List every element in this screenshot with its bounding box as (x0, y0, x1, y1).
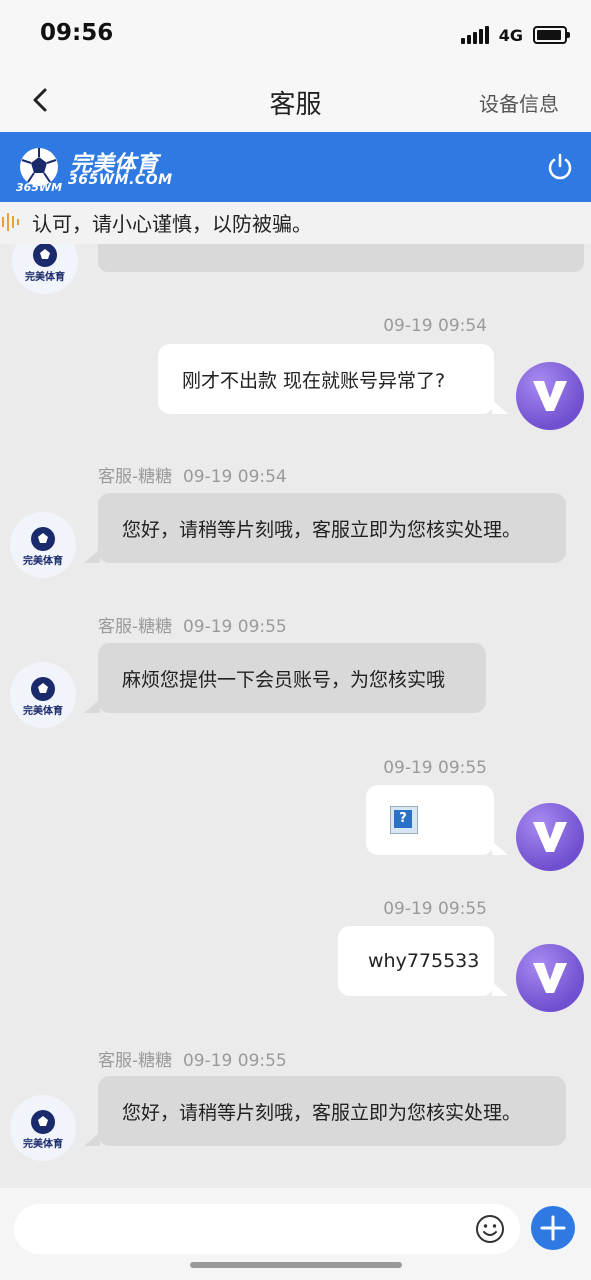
svg-text:365WM: 365WM (16, 181, 62, 194)
sender-name: 客服-糖糖 (98, 1051, 173, 1071)
signal-icon (460, 26, 489, 44)
v-logo-icon (533, 963, 567, 993)
v-logo-icon (533, 822, 567, 852)
soccer-ball-icon (31, 676, 55, 701)
message-bubble[interactable]: 您好，请稍等片刻哦，客服立即为您核实处理。 (84, 1076, 566, 1146)
message-meta: 客服-糖糖 09-19 09:55 (98, 612, 287, 637)
message-text: 麻烦您提供一下会员账号，为您核实哦 (122, 668, 446, 691)
status-time: 09:56 (40, 20, 114, 46)
soccer-ball-icon (31, 526, 55, 551)
sound-wave-icon (2, 213, 19, 231)
message-bubble[interactable]: 麻烦您提供一下会员账号，为您核实哦 (84, 643, 486, 713)
emoji-button[interactable] (474, 1213, 506, 1245)
smiley-icon (476, 1215, 504, 1243)
message-input[interactable] (14, 1204, 520, 1254)
message-timestamp: 09-19 09:55 (383, 899, 487, 919)
back-button[interactable] (26, 84, 56, 116)
power-icon (548, 153, 572, 180)
v-logo-icon (533, 381, 567, 411)
status-indicators: 4G (460, 25, 570, 45)
plus-button[interactable] (531, 1206, 575, 1250)
agent-avatar: 完美体育 (10, 1095, 76, 1161)
chevron-left-icon (33, 88, 47, 112)
message-text: why775533 (368, 950, 480, 972)
home-indicator (190, 1262, 402, 1268)
brand-header: 365WM 完美体育 365WM.COM (0, 132, 591, 202)
user-avatar (516, 944, 584, 1012)
device-info-button[interactable]: 设备信息 (479, 88, 559, 117)
message-bubble[interactable]: why775533 (338, 926, 508, 996)
network-type: 4G (498, 25, 523, 45)
soccer-ball-logo-icon: 365WM (16, 148, 62, 194)
message-timestamp: 09-19 09:54 (383, 316, 487, 336)
message-timestamp: 09-19 09:55 (383, 758, 487, 778)
sender-name: 客服-糖糖 (98, 617, 173, 637)
message-text: 您好，请稍等片刻哦，客服立即为您核实处理。 (122, 518, 522, 541)
partial-message-bubble (98, 244, 584, 272)
status-bar: 09:56 4G (0, 0, 591, 68)
agent-avatar: 完美体育 (12, 244, 78, 294)
soccer-ball-icon (31, 1109, 55, 1134)
message-bubble[interactable]: 刚才不出款 现在就账号异常了? (158, 344, 508, 414)
agent-avatar: 完美体育 (10, 662, 76, 728)
message-bubble[interactable]: 您好，请稍等片刻哦，客服立即为您核实处理。 (84, 493, 566, 563)
battery-icon (533, 26, 570, 44)
nav-bar: 客服 设备信息 (0, 68, 591, 132)
broken-image-icon[interactable]: ? (390, 806, 418, 834)
message-meta: 客服-糖糖 09-19 09:54 (98, 462, 287, 487)
message-meta: 客服-糖糖 09-19 09:55 (98, 1046, 287, 1071)
sender-name: 客服-糖糖 (98, 467, 173, 487)
notice-text: 认可，请小心谨慎，以防被骗。 (32, 212, 312, 236)
message-text: 您好，请稍等片刻哦，客服立即为您核实处理。 (122, 1101, 522, 1124)
message-timestamp: 09-19 09:55 (182, 617, 287, 637)
plus-icon (540, 1215, 566, 1241)
brand-domain: 365WM.COM (68, 172, 173, 188)
chat-area[interactable]: 完美体育 09-19 09:54 刚才不出款 现在就账号异常了? 客服-糖糖 0… (0, 244, 591, 1188)
image-message-bubble[interactable]: ? (366, 785, 508, 855)
message-timestamp: 09-19 09:54 (182, 467, 287, 487)
agent-avatar: 完美体育 (10, 512, 76, 578)
power-button[interactable] (545, 152, 575, 182)
soccer-ball-icon (33, 244, 57, 267)
message-text: 刚才不出款 现在就账号异常了? (182, 369, 446, 392)
message-timestamp: 09-19 09:55 (182, 1051, 287, 1071)
user-avatar (516, 362, 584, 430)
notice-banner: 认可，请小心谨慎，以防被骗。 (0, 202, 591, 244)
user-avatar (516, 803, 584, 871)
